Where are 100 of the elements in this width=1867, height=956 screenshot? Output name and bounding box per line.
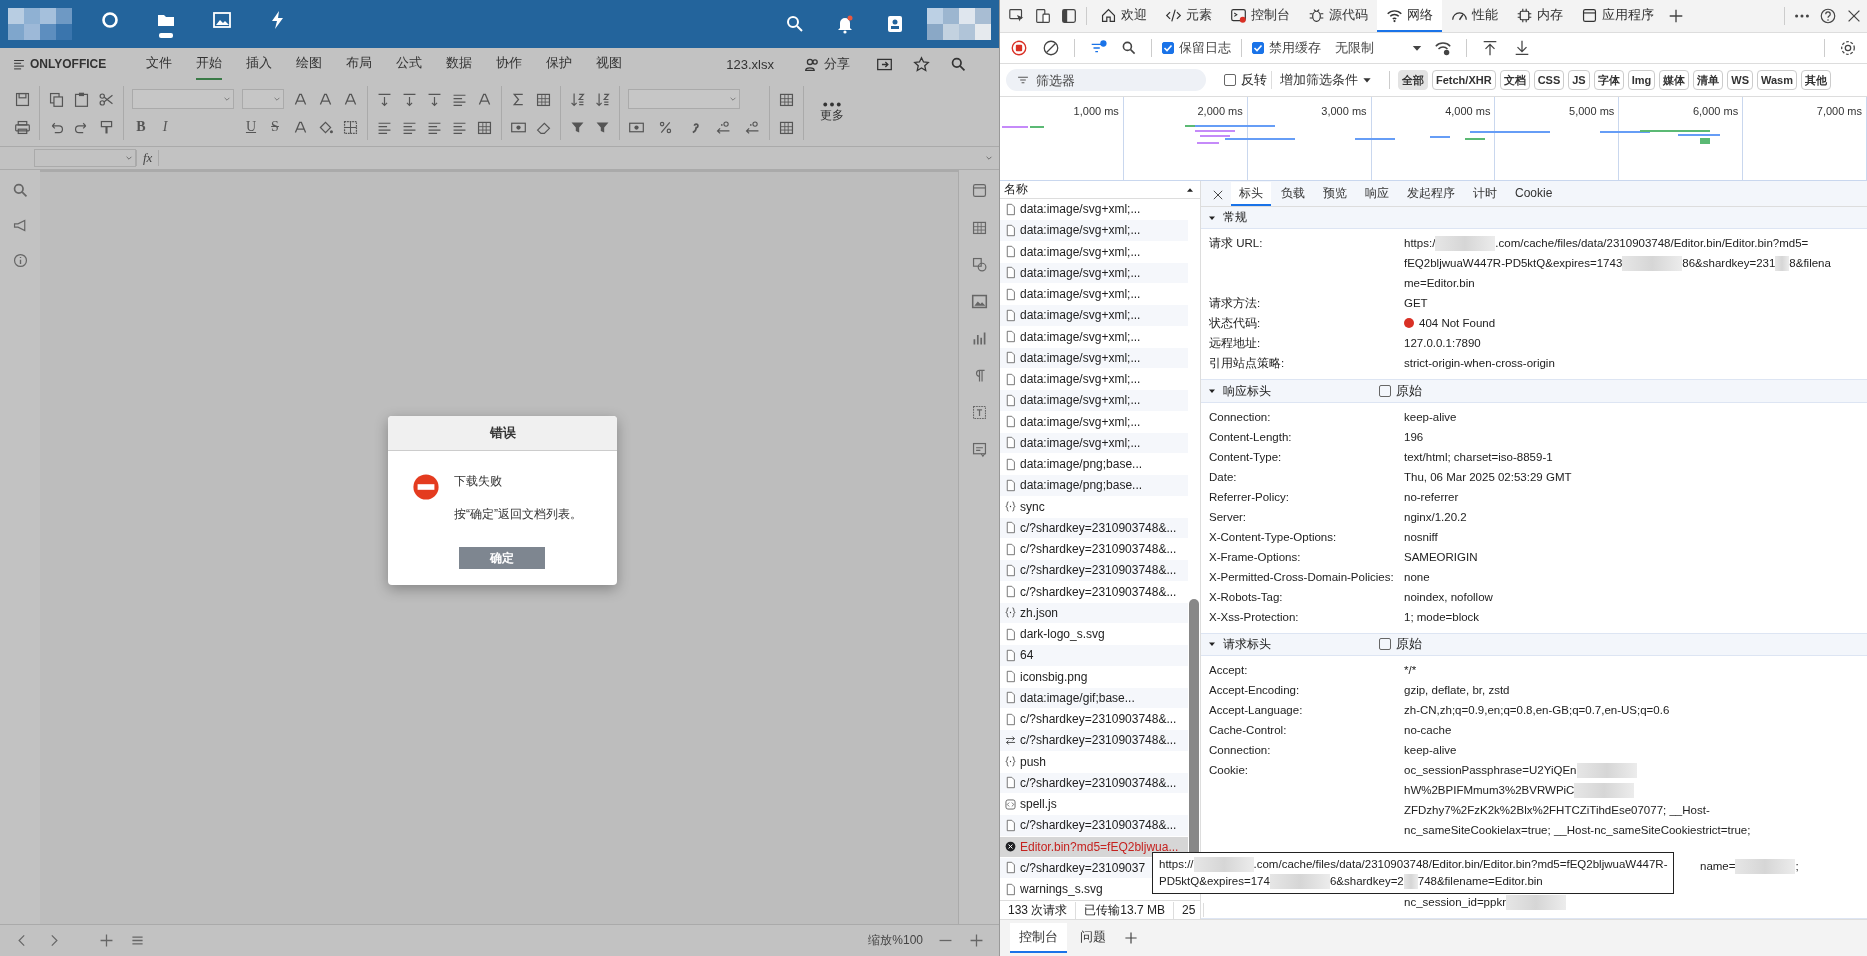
- request-row[interactable]: warnings_s.svg: [1000, 882, 1103, 897]
- download-icon[interactable]: [1513, 39, 1531, 57]
- filter-chip[interactable]: 字体: [1593, 70, 1624, 90]
- checkbox[interactable]: [1224, 74, 1236, 86]
- request-row[interactable]: data:image/svg+xml;...: [1000, 202, 1141, 217]
- request-row[interactable]: data:image/svg+xml;...: [1000, 414, 1141, 429]
- detail-tab[interactable]: 预览: [1315, 182, 1355, 207]
- search-icon[interactable]: [785, 14, 805, 34]
- detail-tab[interactable]: Cookie: [1507, 182, 1561, 207]
- clear-icon[interactable]: [1042, 39, 1060, 57]
- format-button[interactable]: I: [156, 119, 174, 135]
- borders-icon[interactable]: [342, 118, 359, 136]
- drawer-tab[interactable]: 控制台: [1010, 923, 1067, 953]
- menu-tab[interactable]: 绘图: [296, 48, 323, 80]
- filter-chip[interactable]: JS: [1568, 70, 1590, 90]
- settings-icon[interactable]: [1839, 39, 1857, 57]
- format-button[interactable]: B: [132, 119, 150, 135]
- zoom-in-icon[interactable]: [968, 932, 985, 949]
- filter-chip[interactable]: 全部: [1398, 70, 1428, 90]
- format-button[interactable]: U: [242, 119, 260, 135]
- signature-icon[interactable]: [970, 441, 988, 458]
- format-button[interactable]: S: [266, 119, 284, 135]
- filter-chip[interactable]: Fetch/XHR: [1432, 70, 1496, 90]
- request-row[interactable]: data:image/svg+xml;...: [1000, 287, 1141, 302]
- filter-field[interactable]: 筛选器: [1006, 69, 1206, 91]
- search-icon[interactable]: [1121, 40, 1137, 56]
- request-row[interactable]: push: [1000, 754, 1047, 769]
- share-button[interactable]: 分享: [798, 54, 856, 74]
- network-settings-icon[interactable]: [1434, 39, 1452, 57]
- checkbox[interactable]: [1379, 385, 1391, 398]
- throttle-select[interactable]: 无限制: [1335, 39, 1374, 57]
- filter-chip[interactable]: Wasm: [1757, 70, 1797, 90]
- request-row[interactable]: data:image/svg+xml;...: [1000, 244, 1141, 259]
- request-row[interactable]: sync: [1000, 499, 1045, 514]
- cut-icon[interactable]: [98, 90, 115, 108]
- request-row[interactable]: data:image/svg+xml;...: [1000, 372, 1141, 387]
- filter-chip[interactable]: 媒体: [1659, 70, 1690, 90]
- add-filter-button[interactable]: 增加筛选条件: [1271, 71, 1381, 89]
- request-row[interactable]: c/?shardkey=2310903748&...: [1000, 584, 1177, 599]
- devtools-tab[interactable]: 控制台: [1221, 0, 1299, 32]
- image-icon[interactable]: [970, 293, 988, 310]
- request-row[interactable]: c/?shardkey=2310903748&...: [1000, 712, 1177, 727]
- detail-tab[interactable]: 计时: [1465, 182, 1505, 207]
- request-row[interactable]: data:image/png;base...: [1000, 457, 1143, 472]
- drawer-tab[interactable]: 问题: [1071, 923, 1115, 953]
- number-format-field[interactable]: [628, 89, 740, 109]
- copy-icon[interactable]: [48, 90, 65, 108]
- request-row[interactable]: iconsbig.png: [1000, 669, 1088, 684]
- menu-tab[interactable]: 视图: [596, 48, 623, 80]
- menu-tab[interactable]: 布局: [346, 48, 373, 80]
- record-icon[interactable]: [1010, 39, 1028, 57]
- request-row[interactable]: data:image/svg+xml;...: [1000, 329, 1141, 344]
- menu-tab[interactable]: 数据: [446, 48, 473, 80]
- filter-chip[interactable]: 文档: [1499, 70, 1530, 90]
- devtools-tab[interactable]: 内存: [1507, 0, 1572, 32]
- more-button[interactable]: 更多: [803, 86, 852, 140]
- save-icon[interactable]: [14, 90, 31, 108]
- search-icon[interactable]: [950, 55, 967, 73]
- dock-icon[interactable]: [1060, 7, 1078, 25]
- add-icon[interactable]: [1667, 7, 1685, 25]
- checkbox[interactable]: [1162, 42, 1174, 54]
- decimal-icon[interactable]: [715, 118, 732, 136]
- filter-chip[interactable]: Img: [1627, 70, 1656, 90]
- info-icon[interactable]: [11, 252, 29, 269]
- cell-settings-icon[interactable]: [970, 182, 988, 199]
- ok-button[interactable]: 确定: [459, 547, 545, 569]
- devtools-tab[interactable]: 源代码: [1299, 0, 1377, 32]
- shape-icon[interactable]: [970, 256, 988, 273]
- filter-chip[interactable]: CSS: [1533, 70, 1565, 90]
- add-sheet-icon[interactable]: [98, 932, 115, 949]
- fill-color-icon[interactable]: [317, 118, 334, 136]
- star-icon[interactable]: [913, 55, 930, 73]
- help-icon[interactable]: [1819, 7, 1837, 25]
- menu-tab[interactable]: 公式: [396, 48, 423, 80]
- request-row[interactable]: spell.js: [1000, 797, 1057, 812]
- request-row[interactable]: dark-logo_s.svg: [1000, 627, 1105, 642]
- detail-tab[interactable]: 发起程序: [1399, 182, 1463, 207]
- devtools-tab[interactable]: 性能: [1442, 0, 1507, 32]
- upload-icon[interactable]: [1481, 39, 1499, 57]
- decimal-icon[interactable]: [744, 118, 761, 136]
- menu-tab[interactable]: 插入: [246, 48, 273, 80]
- detail-tab[interactable]: 响应: [1357, 182, 1397, 207]
- device-icon[interactable]: [1034, 7, 1052, 25]
- section-title[interactable]: 响应标头: [1223, 382, 1373, 400]
- function-label[interactable]: fx: [136, 150, 160, 166]
- detail-tab[interactable]: 负载: [1273, 182, 1313, 207]
- section-title[interactable]: 请求标头: [1223, 635, 1373, 653]
- contact-card-icon[interactable]: [885, 14, 905, 34]
- request-row[interactable]: 64: [1000, 648, 1034, 663]
- request-row[interactable]: c/?shardkey=2310903748&...: [1000, 542, 1177, 557]
- add-icon[interactable]: [1123, 930, 1139, 946]
- format-painter-icon[interactable]: [98, 118, 115, 136]
- devtools-tab[interactable]: 元素: [1156, 0, 1221, 32]
- checkbox[interactable]: [1252, 42, 1264, 54]
- checkbox[interactable]: [1379, 638, 1391, 651]
- filter-chip[interactable]: WS: [1727, 70, 1753, 90]
- section-title[interactable]: 常规: [1223, 209, 1373, 227]
- table-icon[interactable]: [970, 219, 988, 236]
- paste-icon[interactable]: [73, 90, 90, 108]
- menu-tab[interactable]: 协作: [496, 48, 523, 80]
